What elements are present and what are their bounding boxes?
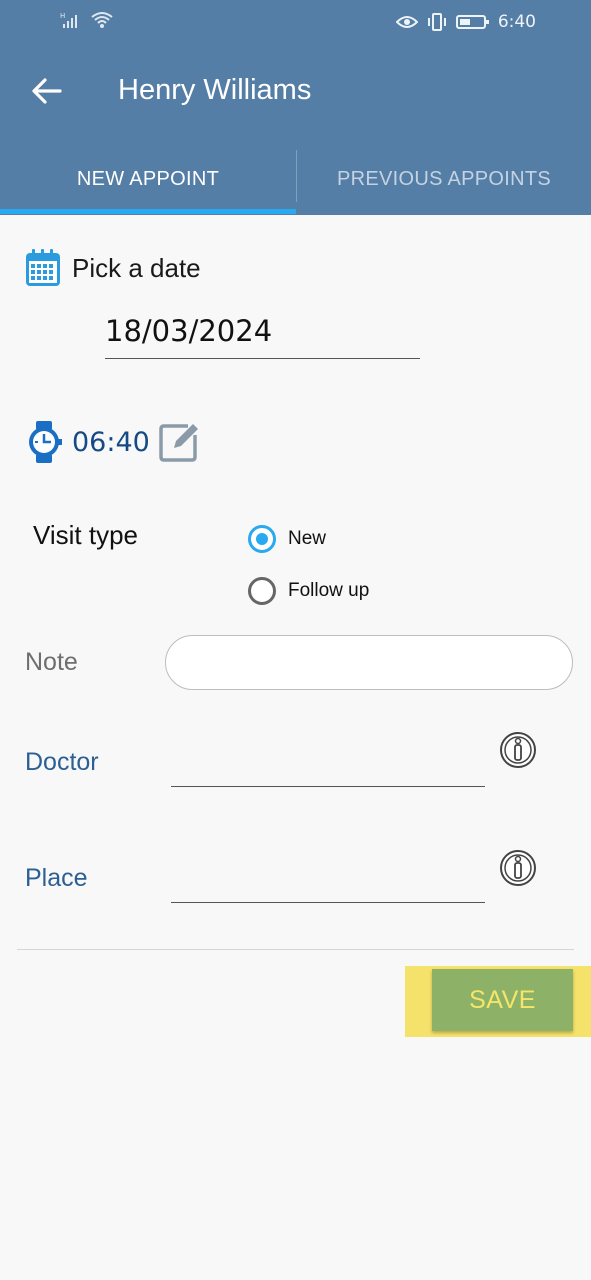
- status-left: H: [60, 10, 114, 30]
- date-row: Pick a date: [24, 248, 201, 288]
- tab-previous-appoints[interactable]: PREVIOUS APPOINTS: [297, 144, 591, 215]
- visit-type-label: Visit type: [33, 520, 139, 550]
- status-time: 6:40: [497, 12, 536, 32]
- info-icon[interactable]: [499, 849, 537, 887]
- arrow-left-icon[interactable]: [30, 74, 64, 108]
- save-highlight: SAVE: [405, 966, 591, 1037]
- calendar-icon: [26, 249, 60, 286]
- place-field[interactable]: [171, 862, 485, 903]
- page-title: Henry Williams: [118, 74, 312, 106]
- radio-label-follow-up: Follow up: [288, 580, 370, 601]
- doctor-field[interactable]: [171, 746, 485, 787]
- watch-icon: [29, 421, 62, 463]
- radio-new[interactable]: New: [248, 525, 326, 553]
- status-right: 6:40: [395, 12, 536, 32]
- tab-indicator: [0, 209, 296, 214]
- radio-button-unselected[interactable]: [248, 577, 276, 605]
- tab-new-appoint[interactable]: NEW APPOINT: [0, 144, 296, 215]
- signal-icon: H: [60, 12, 77, 28]
- tab-bar: NEW APPOINT PREVIOUS APPOINTS: [0, 144, 591, 215]
- note-input[interactable]: [165, 635, 573, 690]
- vibrate-icon: [427, 13, 446, 31]
- doctor-label: Doctor: [25, 748, 99, 776]
- note-label: Note: [25, 648, 78, 676]
- info-icon[interactable]: [499, 731, 537, 769]
- edit-icon[interactable]: [158, 421, 200, 463]
- divider: [17, 949, 574, 950]
- radio-label-new: New: [288, 528, 327, 549]
- radio-follow-up[interactable]: Follow up: [248, 577, 369, 605]
- time-row: 06:40: [24, 420, 200, 464]
- wifi-icon: [91, 12, 113, 28]
- pick-date-label: Pick a date: [72, 252, 201, 283]
- status-bar: H 6:40: [0, 0, 591, 44]
- svg-text:H: H: [60, 12, 65, 20]
- time-value[interactable]: 06:40: [72, 427, 150, 458]
- save-button[interactable]: SAVE: [432, 969, 573, 1031]
- battery-icon: [455, 15, 489, 29]
- date-field[interactable]: 18/03/2024: [105, 314, 420, 359]
- app-bar: Henry Williams: [0, 44, 591, 144]
- place-label: Place: [25, 864, 88, 892]
- radio-button-selected[interactable]: [248, 525, 276, 553]
- eye-icon: [395, 16, 418, 28]
